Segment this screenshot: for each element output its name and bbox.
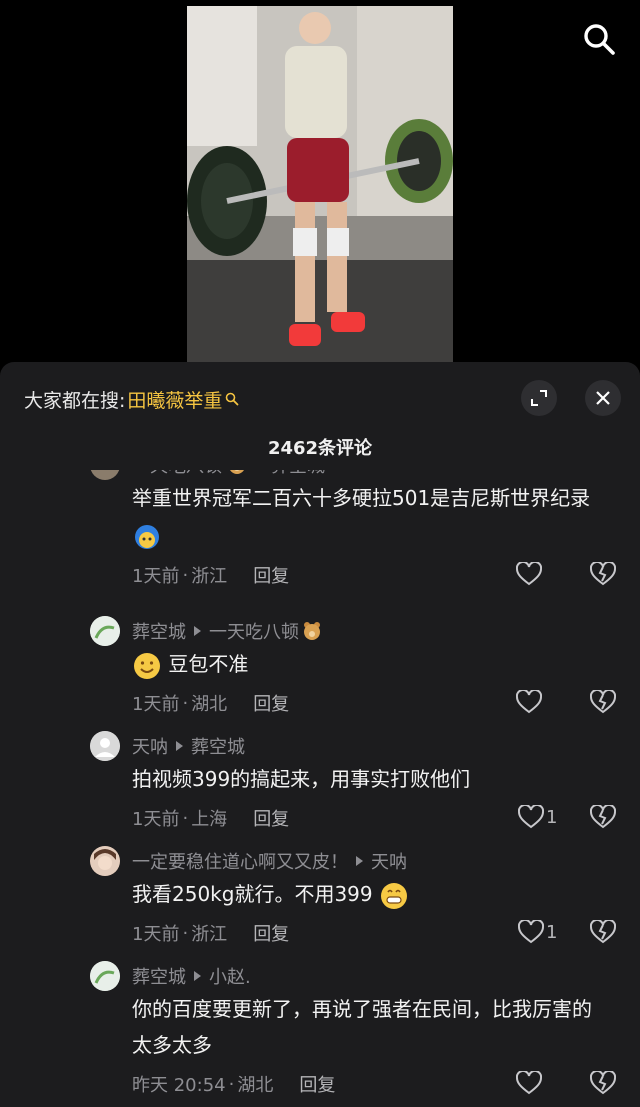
search-icon — [584, 24, 615, 55]
like-button[interactable] — [516, 690, 542, 714]
comment-location: 湖北 — [237, 1075, 274, 1096]
like-button[interactable] — [516, 562, 542, 586]
comment-footer: 昨天 20:54 · 湖北 回复 — [132, 1071, 335, 1097]
comment-text-content: 举重世界冠军二百六十多硬拉501是吉尼斯世界纪录 — [132, 486, 591, 510]
comment-meta: 葬空城 小赵. — [132, 963, 251, 989]
comment-author[interactable]: 葬空城 — [132, 618, 186, 644]
reply-to-user[interactable]: 小赵. — [209, 963, 251, 989]
reply-button[interactable]: 回复 — [299, 1071, 335, 1097]
avatar[interactable] — [90, 961, 120, 991]
reply-to-user[interactable]: 葬空城 — [271, 470, 325, 478]
comment-location: 浙江 — [191, 566, 228, 587]
avatar[interactable] — [90, 616, 120, 646]
separator: · — [182, 807, 189, 829]
comment-location: 上海 — [191, 809, 228, 830]
avatar[interactable] — [90, 846, 120, 876]
comment-time: 1天前 — [132, 694, 180, 715]
comment-footer: 1天前 · 湖北 回复 — [132, 690, 289, 716]
comment-meta: 一定要稳住道心啊又又皮！ 天呐 — [132, 848, 407, 874]
expand-button[interactable] — [521, 380, 557, 416]
separator: · — [182, 922, 189, 944]
reply-to-user[interactable]: 葬空城 — [191, 733, 245, 759]
reply-button[interactable]: 回复 — [253, 920, 289, 946]
comment-text: 我看250kg就行。不用399 — [132, 876, 610, 912]
heart-icon — [516, 562, 542, 586]
bear-emoji-icon — [301, 620, 323, 642]
reply-arrow-icon — [356, 856, 363, 866]
reply-arrow-icon — [194, 971, 201, 981]
comment-footer: 1天前 · 浙江 回复 — [132, 920, 289, 946]
smiling-face-emoji-icon — [132, 651, 162, 681]
comment-text: 举重世界冠军二百六十多硬拉501是吉尼斯世界纪录 — [132, 480, 610, 552]
comment-time: 1天前 — [132, 809, 180, 830]
bear-emoji-icon — [226, 470, 248, 476]
reply-to-user[interactable]: 一天吃八顿 — [209, 618, 299, 644]
broken-heart-icon[interactable] — [590, 805, 616, 829]
separator: · — [228, 1073, 235, 1095]
avatar[interactable] — [90, 731, 120, 761]
comment-time: 1天前 — [132, 924, 180, 945]
comment-author[interactable]: 天呐 — [132, 733, 168, 759]
close-button[interactable] — [585, 380, 621, 416]
comment-count: 2462条评论 — [267, 438, 373, 459]
heart-icon — [518, 920, 544, 944]
broken-heart-icon[interactable] — [590, 690, 616, 714]
reply-button[interactable]: 回复 — [253, 562, 289, 588]
reply-button[interactable]: 回复 — [253, 805, 289, 831]
grinning-face-emoji-icon — [379, 881, 409, 911]
avatar[interactable] — [90, 470, 120, 480]
comment-author[interactable]: 一定要稳住道心啊又又皮！ — [132, 848, 348, 874]
comment-location: 湖北 — [191, 694, 228, 715]
search-button[interactable] — [582, 22, 616, 56]
broken-heart-icon[interactable] — [590, 920, 616, 944]
comment-text-content: 豆包不准 — [168, 652, 249, 676]
like-count: 1 — [546, 806, 558, 828]
comment-time: 昨天 20:54 — [132, 1075, 226, 1096]
close-icon — [596, 391, 610, 405]
comment-footer: 1天前 · 上海 回复 — [132, 805, 289, 831]
trending-keyword[interactable]: 田曦薇举重 — [127, 386, 222, 413]
comment-panel: 大家都在搜: 田曦薇举重 2462条评论 一天吃八顿 — [0, 362, 640, 1107]
video-player[interactable] — [0, 0, 640, 362]
reply-button[interactable]: 回复 — [253, 690, 289, 716]
reply-arrow-icon — [194, 626, 201, 636]
trending-label: 大家都在搜: — [24, 389, 126, 412]
comment-text-content: 我看250kg就行。不用399 — [132, 882, 373, 906]
comment-author[interactable]: 葬空城 — [132, 963, 186, 989]
reply-to-user[interactable]: 天呐 — [371, 848, 407, 874]
small-search-icon — [226, 392, 239, 406]
video-frame[interactable] — [187, 6, 453, 362]
like-button[interactable] — [516, 1071, 542, 1095]
comment-meta: 葬空城 一天吃八顿 — [132, 618, 323, 644]
separator: · — [182, 564, 189, 586]
comment-meta: 天呐 葬空城 — [132, 733, 245, 759]
comment-author[interactable]: 一天吃八顿 — [132, 470, 222, 478]
broken-heart-icon[interactable] — [590, 1071, 616, 1095]
heart-icon — [516, 1071, 542, 1095]
reply-arrow-icon — [176, 741, 183, 751]
comment-text: 拍视频399的搞起来，用事实打败他们 — [132, 767, 471, 791]
trending-search-bar[interactable]: 大家都在搜: 田曦薇举重 — [24, 384, 239, 414]
like-count: 1 — [546, 921, 558, 943]
heart-icon — [518, 805, 544, 829]
expand-icon — [531, 390, 547, 406]
comment-meta: 一天吃八顿 葬空城 — [132, 470, 325, 478]
like-button[interactable]: 1 — [518, 920, 557, 944]
heart-icon — [516, 690, 542, 714]
comment-time: 1天前 — [132, 566, 180, 587]
video-thumbnail — [187, 6, 453, 362]
comment-location: 浙江 — [191, 924, 228, 945]
sweating-face-emoji-icon — [132, 521, 162, 551]
comment-text: 你的百度要更新了，再说了强者在民间，比我厉害的太多太多 — [132, 997, 592, 1057]
broken-heart-icon[interactable] — [590, 562, 616, 586]
like-button[interactable]: 1 — [518, 805, 557, 829]
comment-footer: 1天前 · 浙江 回复 — [132, 562, 289, 588]
comment-text: 豆包不准 — [132, 646, 610, 682]
comment-list[interactable]: 一天吃八顿 葬空城 举重世界冠军二百六十多硬拉501是吉尼斯世界纪录 1天前 ·… — [0, 470, 640, 1107]
separator: · — [182, 692, 189, 714]
